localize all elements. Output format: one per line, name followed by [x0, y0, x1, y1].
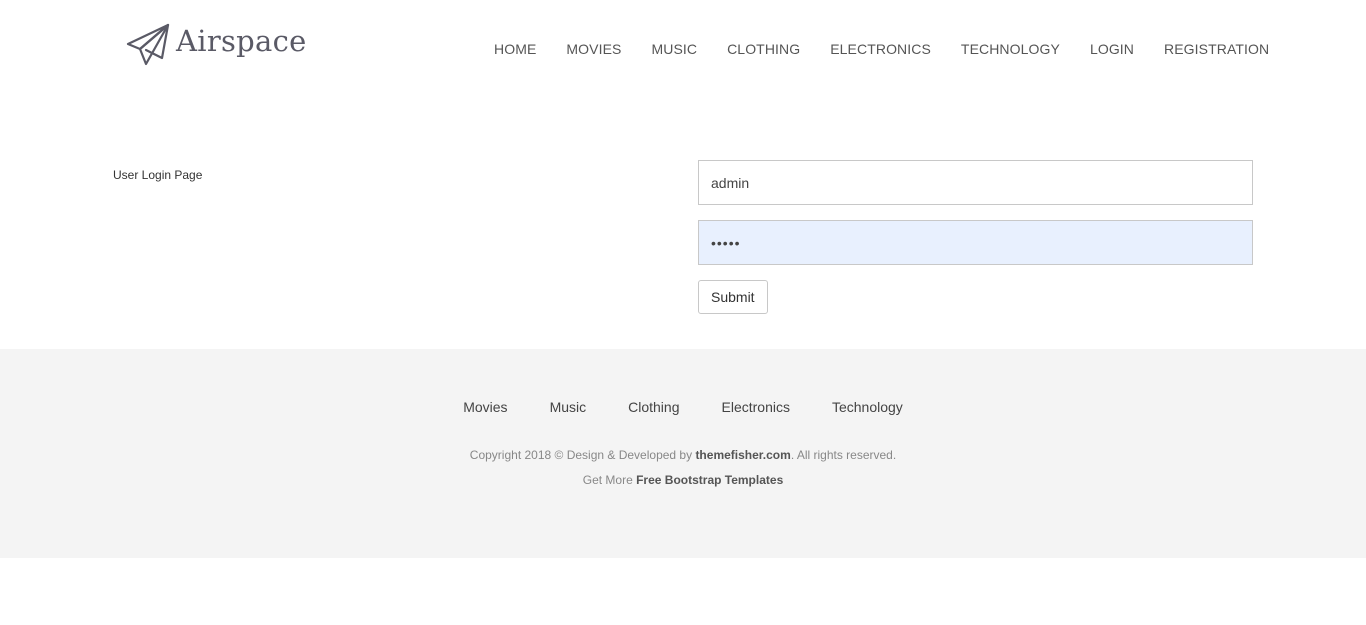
more-templates-text: Get More Free Bootstrap Templates — [0, 473, 1366, 487]
password-input[interactable] — [698, 220, 1253, 265]
paper-plane-icon — [126, 22, 170, 66]
footer-link-technology[interactable]: Technology — [832, 399, 903, 415]
more-prefix: Get More — [582, 473, 637, 487]
free-templates-link[interactable]: Free Bootstrap Templates — [636, 473, 783, 487]
main-nav: HOME MOVIES MUSIC CLOTHING ELECTRONICS T… — [494, 40, 1269, 58]
copyright-text: Copyright 2018 © Design & Developed by t… — [0, 448, 1366, 462]
copyright-prefix: Copyright 2018 © Design & Developed by — [469, 448, 696, 462]
nav-item-music[interactable]: MUSIC — [651, 40, 697, 58]
site-footer: Movies Music Clothing Electronics Techno… — [0, 349, 1366, 558]
nav-item-technology[interactable]: TECHNOLOGY — [961, 40, 1060, 58]
footer-nav: Movies Music Clothing Electronics Techno… — [0, 399, 1366, 415]
footer-link-electronics[interactable]: Electronics — [722, 399, 790, 415]
page-title: User Login Page — [113, 168, 203, 182]
brand-logo[interactable]: Airspace — [126, 22, 307, 66]
nav-item-movies[interactable]: MOVIES — [566, 40, 621, 58]
nav-item-home[interactable]: HOME — [494, 40, 536, 58]
nav-item-clothing[interactable]: CLOTHING — [727, 40, 800, 58]
nav-item-login[interactable]: LOGIN — [1090, 40, 1134, 58]
footer-link-clothing[interactable]: Clothing — [628, 399, 679, 415]
username-input[interactable] — [698, 160, 1253, 205]
login-form: Submit — [698, 160, 1253, 314]
submit-button[interactable]: Submit — [698, 280, 768, 314]
themefisher-link[interactable]: themefisher.com — [695, 448, 790, 462]
footer-link-music[interactable]: Music — [550, 399, 587, 415]
nav-item-registration[interactable]: REGISTRATION — [1164, 40, 1269, 58]
nav-item-electronics[interactable]: ELECTRONICS — [830, 40, 931, 58]
site-header: Airspace HOME MOVIES MUSIC CLOTHING ELEC… — [0, 0, 1366, 100]
copyright-suffix: . All rights reserved. — [790, 448, 897, 462]
brand-name: Airspace — [176, 24, 307, 58]
footer-link-movies[interactable]: Movies — [463, 399, 507, 415]
